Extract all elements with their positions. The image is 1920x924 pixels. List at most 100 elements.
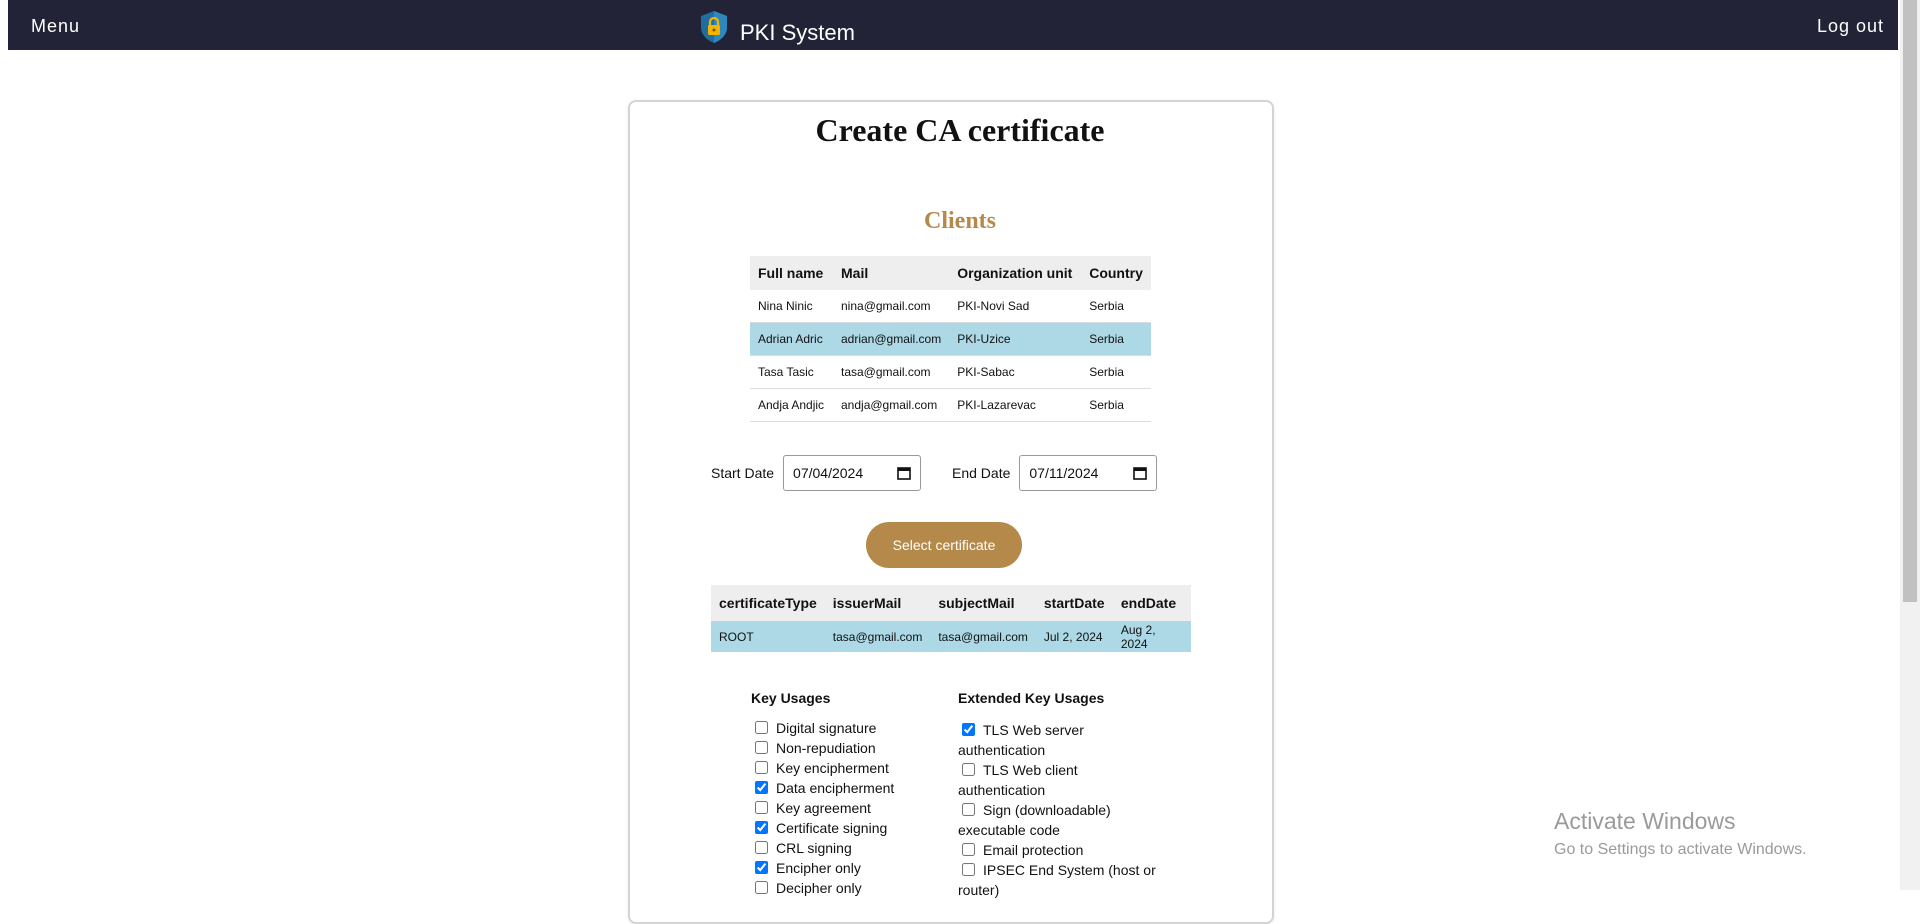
activate-windows-watermark: Activate Windows Go to Settings to activ… (1554, 808, 1807, 859)
key-usage-key-agreement[interactable]: Key agreement (751, 800, 941, 820)
table-cell: Jul 2, 2024 (1035, 621, 1113, 652)
key-usage-checkbox[interactable] (755, 841, 768, 854)
table-cell: Andja Andjic (750, 388, 833, 422)
table-cell: Serbia (1081, 388, 1151, 422)
extended-key-usage-label: Email protection (983, 842, 1084, 858)
table-row[interactable]: Andja Andjic andja@gmail.com PKI-Lazarev… (750, 388, 1151, 422)
calendar-icon[interactable] (1133, 466, 1148, 480)
column-header: issuerMail (824, 585, 931, 621)
table-cell: andja@gmail.com (833, 388, 950, 422)
page-title: Create CA certificate (815, 112, 1105, 148)
end-date-input[interactable]: 07/11/2024 (1019, 455, 1158, 491)
table-cell: tasa@gmail.com (930, 621, 1036, 652)
shield-lock-icon (701, 11, 727, 43)
page-scrollbar[interactable] (1900, 0, 1920, 890)
table-cell: ROOT (711, 621, 825, 652)
key-usage-label: Certificate signing (776, 820, 888, 836)
key-usage-checkbox[interactable] (755, 801, 768, 814)
select-certificate-button[interactable]: Select certificate (866, 522, 1022, 568)
table-cell: tasa@gmail.com (833, 355, 950, 389)
extended-key-usage-checkbox[interactable] (962, 723, 975, 736)
end-date-group: End Date 07/11/2024 (952, 454, 1158, 492)
table-cell: Aug 2, 2024 (1112, 621, 1191, 652)
key-usage-checkbox[interactable] (755, 881, 768, 894)
table-row[interactable]: Nina Ninic nina@gmail.com PKI-Novi Sad S… (750, 290, 1151, 323)
extended-key-usage-tls-web-client-authentication[interactable]: TLS Web client authentication (958, 760, 1158, 800)
table-cell: Serbia (1081, 322, 1151, 356)
clients-heading: Clients (924, 208, 996, 234)
watermark-subtitle: Go to Settings to activate Windows. (1554, 841, 1807, 858)
extended-key-usage-label: TLS Web server authentication (958, 722, 1084, 758)
key-usage-data-encipherment[interactable]: Data encipherment (751, 780, 941, 800)
extended-key-usage-checkbox[interactable] (962, 863, 975, 876)
key-usage-label: Data encipherment (776, 780, 895, 796)
calendar-icon[interactable] (897, 466, 911, 480)
key-usage-digital-signature[interactable]: Digital signature (751, 720, 941, 740)
table-cell: PKI-Novi Sad (949, 290, 1082, 323)
extended-key-usage-checkbox[interactable] (962, 803, 975, 816)
key-usages-section: Key Usages Digital signature Non-repudiat… (751, 690, 941, 900)
clients-table-header: Full name Mail Organization unit Country (750, 256, 1151, 290)
menu-button[interactable]: Menu (31, 16, 80, 37)
table-cell: PKI-Lazarevac (949, 388, 1082, 422)
column-header: startDate (1035, 585, 1113, 621)
key-usage-checkbox[interactable] (755, 781, 768, 794)
end-date-label: End Date (952, 465, 1011, 481)
extended-key-usage-ipsec-end-system-host-or-router[interactable]: IPSEC End System (host or router) (958, 860, 1158, 900)
key-usage-certificate-signing[interactable]: Certificate signing (751, 820, 941, 840)
table-cell: Nina Ninic (750, 290, 833, 323)
extended-key-usage-checkbox[interactable] (962, 843, 975, 856)
table-cell: Serbia (1081, 355, 1151, 389)
column-header: Organization unit (949, 256, 1082, 290)
clients-table: Full name Mail Organization unit Country… (750, 256, 1151, 422)
start-date-input[interactable]: 07/04/2024 (783, 455, 922, 491)
key-usage-checkbox[interactable] (755, 821, 768, 834)
table-cell: adrian@gmail.com (833, 322, 950, 356)
extended-key-usage-email-protection[interactable]: Email protection (958, 840, 1158, 860)
end-date-value: 07/11/2024 (1029, 465, 1099, 481)
table-cell: Adrian Adric (750, 322, 833, 356)
key-usage-checkbox[interactable] (755, 741, 768, 754)
table-row-selected[interactable]: Adrian Adric adrian@gmail.com PKI-Uzice … (750, 322, 1151, 356)
key-usage-decipher-only[interactable]: Decipher only (751, 880, 941, 900)
extended-key-usages-section: Extended Key Usages TLS Web server authe… (958, 690, 1158, 900)
column-header: certificateType (711, 585, 825, 621)
table-row-selected[interactable]: ROOT tasa@gmail.com tasa@gmail.com Jul 2… (711, 621, 1191, 652)
table-cell: Tasa Tasic (750, 355, 833, 389)
extended-key-usage-tls-web-server-authentication[interactable]: TLS Web server authentication (958, 720, 1158, 760)
extended-key-usage-label: IPSEC End System (host or router) (958, 862, 1156, 898)
key-usage-non-repudiation[interactable]: Non-repudiation (751, 740, 941, 760)
column-header: Full name (750, 256, 833, 290)
key-usage-label: Decipher only (776, 880, 862, 896)
extended-key-usage-label: Sign (downloadable) executable code (958, 802, 1111, 838)
table-cell: Serbia (1081, 290, 1151, 323)
extended-key-usages-list: TLS Web server authentication TLS Web cli… (958, 720, 1158, 900)
key-usage-checkbox[interactable] (755, 721, 768, 734)
table-cell: PKI-Sabac (949, 355, 1082, 389)
extended-key-usage-sign-downloadable-executable-code[interactable]: Sign (downloadable) executable code (958, 800, 1158, 840)
brand[interactable]: PKI System (698, 10, 855, 45)
logout-button[interactable]: Log out (1817, 16, 1884, 37)
key-usage-checkbox[interactable] (755, 861, 768, 874)
start-date-label: Start Date (711, 465, 775, 481)
start-date-value: 07/04/2024 (793, 465, 864, 481)
watermark-title: Activate Windows (1554, 808, 1736, 834)
key-usage-checkbox[interactable] (755, 761, 768, 774)
table-row[interactable]: Tasa Tasic tasa@gmail.com PKI-Sabac Serb… (750, 355, 1151, 389)
scrollbar-thumb[interactable] (1903, 0, 1917, 602)
brand-title: PKI System (740, 20, 855, 45)
extended-key-usage-label: TLS Web client authentication (958, 762, 1078, 798)
key-usage-encipher-only[interactable]: Encipher only (751, 860, 941, 880)
key-usage-label: CRL signing (776, 840, 852, 856)
column-header: Mail (833, 256, 950, 290)
key-usage-label: Key encipherment (776, 760, 889, 776)
extended-key-usage-checkbox[interactable] (962, 763, 975, 776)
key-usage-key-encipherment[interactable]: Key encipherment (751, 760, 941, 780)
certificates-table-header: certificateType issuerMail subjectMail s… (711, 585, 1191, 621)
table-cell: nina@gmail.com (833, 290, 950, 323)
key-usage-crl-signing[interactable]: CRL signing (751, 840, 941, 860)
key-usage-label: Key agreement (776, 800, 871, 816)
key-usage-label: Digital signature (776, 720, 877, 736)
key-usages-heading: Key Usages (751, 690, 831, 706)
key-usages-list: Digital signature Non-repudiation Key enci… (751, 720, 941, 900)
